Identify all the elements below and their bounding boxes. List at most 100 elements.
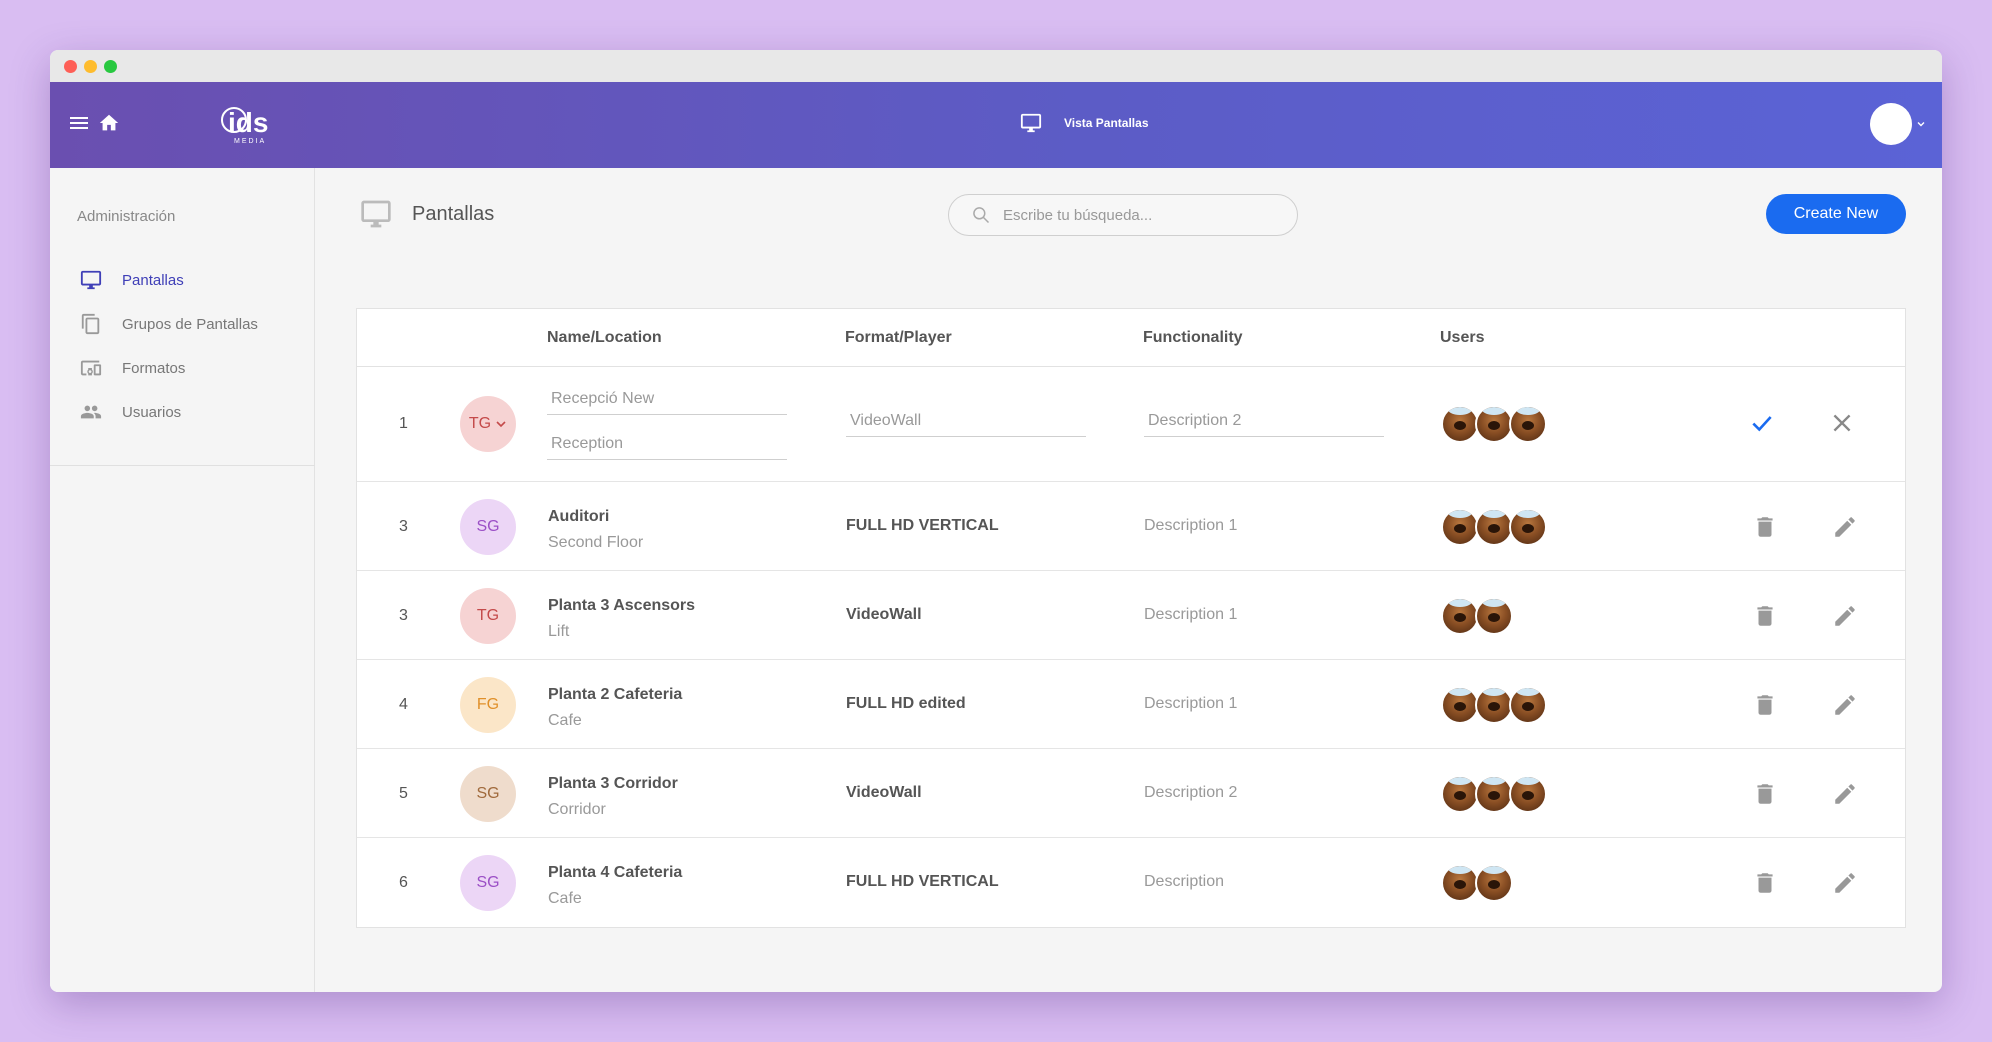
badge-label: FG bbox=[476, 696, 500, 713]
user-avatar bbox=[1475, 864, 1513, 902]
hamburger-menu-icon[interactable] bbox=[68, 114, 90, 132]
pencil-icon[interactable] bbox=[1832, 603, 1858, 629]
sidebar-item-label: Pantallas bbox=[122, 271, 184, 289]
badge-label: SG bbox=[476, 518, 500, 535]
check-icon[interactable] bbox=[1749, 410, 1775, 436]
close-icon[interactable] bbox=[1829, 410, 1855, 436]
row-number: 3 bbox=[399, 607, 408, 624]
home-icon[interactable] bbox=[98, 112, 120, 134]
browser-window: ids MEDIA Vista Pantallas Administración bbox=[50, 50, 1942, 992]
user-avatar bbox=[1475, 686, 1513, 724]
format-input[interactable] bbox=[846, 405, 1086, 437]
pencil-icon[interactable] bbox=[1832, 692, 1858, 718]
user-avatar bbox=[1509, 508, 1547, 546]
location-input[interactable] bbox=[547, 428, 787, 460]
svg-text:MEDIA: MEDIA bbox=[234, 138, 266, 145]
search-input[interactable] bbox=[1003, 206, 1283, 224]
trash-icon[interactable] bbox=[1752, 781, 1778, 807]
user-avatar bbox=[1441, 775, 1479, 813]
format-cell: VideoWall bbox=[846, 784, 922, 801]
users-avatars[interactable] bbox=[1441, 597, 1513, 635]
user-avatar bbox=[1475, 597, 1513, 635]
name-location-cell: Planta 4 Cafeteria Cafe bbox=[548, 860, 682, 912]
sidebar-divider bbox=[50, 465, 315, 466]
group-badge-dropdown[interactable]: TG bbox=[460, 396, 516, 452]
copy-icon bbox=[81, 313, 100, 335]
sidebar: Administración Pantallas Grupos de Panta… bbox=[50, 168, 315, 992]
functionality-cell: Description 1 bbox=[1144, 606, 1238, 623]
screen-location: Second Floor bbox=[548, 534, 644, 551]
column-header-functionality[interactable]: Functionality bbox=[1143, 329, 1243, 347]
create-new-button[interactable]: Create New bbox=[1766, 194, 1906, 234]
screen-name: Planta 3 Corridor bbox=[548, 775, 678, 792]
search-icon bbox=[973, 207, 990, 224]
trash-icon[interactable] bbox=[1752, 692, 1778, 718]
users-avatars[interactable] bbox=[1441, 686, 1547, 724]
row-number: 1 bbox=[399, 415, 408, 432]
name-location-cell: Planta 3 Corridor Corridor bbox=[548, 771, 678, 823]
search-box[interactable] bbox=[948, 194, 1298, 236]
users-avatars[interactable] bbox=[1441, 775, 1547, 813]
sidebar-section-title: Administración bbox=[77, 208, 176, 225]
pencil-icon[interactable] bbox=[1832, 870, 1858, 896]
chevron-down-icon[interactable] bbox=[1916, 119, 1926, 129]
table-row[interactable]: 5 SG Planta 3 Corridor Corridor VideoWal… bbox=[357, 749, 1905, 838]
functionality-cell: Description bbox=[1144, 873, 1225, 890]
screen-location: Lift bbox=[548, 623, 570, 640]
table-row[interactable]: 3 SG Auditori Second Floor FULL HD VERTI… bbox=[357, 482, 1905, 571]
table-row[interactable]: 6 SG Planta 4 Cafeteria Cafe FULL HD VER… bbox=[357, 838, 1905, 927]
users-avatars[interactable] bbox=[1441, 405, 1547, 443]
devices-icon bbox=[80, 360, 102, 376]
main-content: Pantallas Create New Name/Location Forma… bbox=[315, 168, 1942, 992]
users-avatars[interactable] bbox=[1441, 508, 1547, 546]
trash-icon[interactable] bbox=[1752, 603, 1778, 629]
users-avatars[interactable] bbox=[1441, 864, 1513, 902]
header-center-label: Vista Pantallas bbox=[1064, 116, 1149, 130]
user-avatar bbox=[1509, 686, 1547, 724]
row-number: 6 bbox=[399, 874, 408, 891]
column-header-name[interactable]: Name/Location bbox=[547, 329, 662, 347]
group-badge: SG bbox=[460, 499, 516, 555]
table-header: Name/Location Format/Player Functionalit… bbox=[357, 309, 1905, 367]
table-row[interactable]: 3 TG Planta 3 Ascensors Lift VideoWall D… bbox=[357, 571, 1905, 660]
user-avatar bbox=[1441, 508, 1479, 546]
ids-media-logo[interactable]: ids MEDIA bbox=[220, 102, 290, 146]
monitor-icon bbox=[361, 200, 391, 228]
close-window-dot[interactable] bbox=[64, 60, 77, 73]
pencil-icon[interactable] bbox=[1832, 514, 1858, 540]
sidebar-item-label: Formatos bbox=[122, 359, 186, 377]
format-cell: FULL HD edited bbox=[846, 695, 966, 712]
name-input[interactable] bbox=[547, 383, 787, 415]
table-row[interactable]: 4 FG Planta 2 Cafeteria Cafe FULL HD edi… bbox=[357, 660, 1905, 749]
user-menu[interactable] bbox=[1870, 103, 1926, 145]
user-avatar[interactable] bbox=[1870, 103, 1912, 145]
format-cell: FULL HD VERTICAL bbox=[846, 873, 999, 890]
maximize-window-dot[interactable] bbox=[104, 60, 117, 73]
column-header-users[interactable]: Users bbox=[1440, 329, 1484, 347]
sidebar-item-usuarios[interactable]: Usuarios bbox=[50, 390, 315, 434]
functionality-input[interactable] bbox=[1144, 405, 1384, 437]
sidebar-item-grupos[interactable]: Grupos de Pantallas bbox=[50, 302, 315, 346]
sidebar-item-label: Usuarios bbox=[122, 403, 182, 421]
pencil-icon[interactable] bbox=[1832, 781, 1858, 807]
user-avatar bbox=[1475, 405, 1513, 443]
trash-icon[interactable] bbox=[1752, 514, 1778, 540]
trash-icon[interactable] bbox=[1752, 870, 1778, 896]
user-avatar bbox=[1475, 508, 1513, 546]
name-location-cell: Auditori Second Floor bbox=[548, 504, 643, 556]
sidebar-item-label: Grupos de Pantallas bbox=[122, 315, 258, 333]
badge-label: TG bbox=[468, 415, 492, 432]
minimize-window-dot[interactable] bbox=[84, 60, 97, 73]
monitor-icon bbox=[80, 270, 102, 290]
group-badge: SG bbox=[460, 855, 516, 911]
sidebar-item-formatos[interactable]: Formatos bbox=[50, 346, 315, 390]
screen-name: Planta 3 Ascensors bbox=[548, 597, 696, 614]
header-view-label[interactable]: Vista Pantallas bbox=[1020, 112, 1149, 134]
sidebar-item-pantallas[interactable]: Pantallas bbox=[50, 258, 315, 302]
people-icon bbox=[80, 405, 102, 419]
page-header: Pantallas bbox=[360, 198, 494, 230]
sidebar-nav: Pantallas Grupos de Pantallas Formatos U… bbox=[50, 258, 315, 434]
column-header-format[interactable]: Format/Player bbox=[845, 329, 952, 347]
group-badge: TG bbox=[460, 588, 516, 644]
functionality-cell: Description 1 bbox=[1144, 695, 1238, 712]
